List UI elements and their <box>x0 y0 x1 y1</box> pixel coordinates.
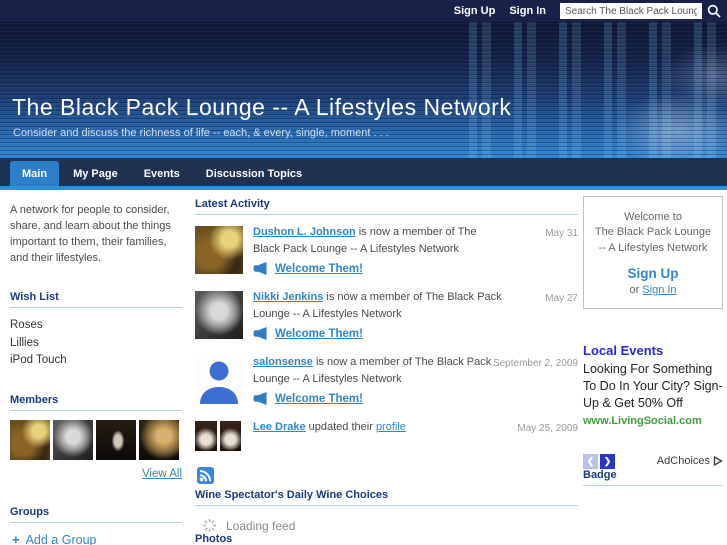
activity-text: salonsense is now a member of The Black … <box>253 356 492 385</box>
photos-heading: Photos <box>195 533 578 545</box>
ad-controls: ❮ ❯ AdChoices <box>583 453 723 469</box>
activity-date: September 2, 2009 <box>492 358 578 369</box>
member-name-link[interactable]: Dushon L. Johnson <box>253 226 356 238</box>
wine-feed-heading: Wine Spectator's Daily Wine Choices <box>195 489 578 506</box>
wishlist-item: Lillies <box>10 336 39 349</box>
member-photo-2[interactable] <box>53 420 93 461</box>
top-bar: Sign Up Sign In <box>0 0 727 22</box>
tab-events[interactable]: Events <box>132 161 192 186</box>
megaphone-icon <box>253 262 267 275</box>
member-name-link[interactable]: Nikki Jenkins <box>253 291 323 303</box>
megaphone-icon <box>253 327 267 340</box>
rss-row <box>197 467 578 489</box>
activity-text: Nikki Jenkins is now a member of The Bla… <box>253 291 502 320</box>
activity-date: May 25, 2009 <box>517 423 578 434</box>
wishlist-item: Roses <box>10 318 43 331</box>
megaphone-icon <box>253 392 267 405</box>
site-banner: The Black Pack Lounge -- A Lifestyles Ne… <box>0 22 727 158</box>
nav-tabs: Main My Page Events Discussion Topics <box>10 161 314 186</box>
plus-icon: + <box>12 532 20 545</box>
rss-feed-icon[interactable] <box>197 467 214 484</box>
add-group-link[interactable]: + Add a Group <box>12 532 182 545</box>
welcome-them-link[interactable]: Welcome Them! <box>275 263 363 275</box>
add-group-label: Add a Group <box>25 532 97 545</box>
welcome-action: Welcome Them! <box>253 392 578 405</box>
welcome-line1: Welcome to <box>624 211 682 223</box>
member-thumbs <box>10 420 182 461</box>
wishlist-heading: Wish List <box>10 291 182 308</box>
ad-title-link[interactable]: Local Events <box>583 343 723 358</box>
activity-avatar[interactable] <box>195 421 241 451</box>
right-sidebar: Welcome to The Black Pack Lounge -- A Li… <box>583 196 723 495</box>
ad-url-link[interactable]: www.LivingSocial.com <box>583 415 723 427</box>
welcome-or-line: or Sign In <box>592 284 714 296</box>
welcome-them-link[interactable]: Welcome Them! <box>275 393 363 405</box>
spinner-icon <box>202 518 217 533</box>
welcome-line2: The Black Pack Lounge -- A Lifestyles Ne… <box>594 226 712 254</box>
members-heading: Members <box>10 394 182 412</box>
loading-row: Loading feed <box>202 518 578 533</box>
activity-feed: May 31 Dushon L. Johnson is now a member … <box>195 224 578 451</box>
activity-entry: May 25, 2009 Lee Drake updated their prof… <box>195 419 578 451</box>
left-sidebar: A network for people to consider, share,… <box>10 201 182 545</box>
activity-avatar[interactable] <box>195 226 243 274</box>
main-nav: Main My Page Events Discussion Topics <box>0 158 727 186</box>
welcome-signup-link[interactable]: Sign Up <box>592 266 714 281</box>
activity-avatar[interactable] <box>195 356 243 404</box>
search-input[interactable] <box>560 3 702 19</box>
activity-entry: May 27 Nikki Jenkins is now a member of T… <box>195 289 578 344</box>
member-photo-4[interactable] <box>139 420 179 461</box>
groups-heading: Groups <box>10 506 182 524</box>
search-area <box>560 3 721 19</box>
adchoices-link[interactable]: AdChoices <box>657 455 723 467</box>
ad-arrows: ❮ ❯ <box>583 453 615 469</box>
member-photo-1[interactable] <box>10 420 50 461</box>
lee-photo-left <box>195 421 217 451</box>
welcome-action: Welcome Them! <box>253 262 578 275</box>
member-photo-3[interactable] <box>96 420 136 461</box>
member-name-link[interactable]: salonsense <box>253 356 313 368</box>
tab-main[interactable]: Main <box>10 161 60 186</box>
welcome-signin-link[interactable]: Sign In <box>642 284 676 296</box>
site-title: The Black Pack Lounge -- A Lifestyles Ne… <box>12 94 512 120</box>
profile-link[interactable]: profile <box>376 421 406 433</box>
wishlist-item: iPod Touch <box>10 354 67 367</box>
or-label: or <box>629 284 640 297</box>
main-column: Latest Activity May 31 Dushon L. Johnson … <box>195 198 578 545</box>
activity-date: May 31 <box>545 228 578 239</box>
signup-link[interactable]: Sign Up <box>454 5 496 17</box>
adchoices-icon <box>713 456 723 467</box>
ad-unit: Local Events Looking For Something To Do… <box>583 343 723 469</box>
welcome-action: Welcome Them! <box>253 327 578 340</box>
activity-date: May 27 <box>545 293 578 304</box>
adchoices-label: AdChoices <box>656 455 710 468</box>
next-arrow-icon[interactable]: ❯ <box>600 453 615 469</box>
badge-heading: Badge <box>583 469 723 486</box>
prev-arrow-icon[interactable]: ❮ <box>583 453 598 469</box>
view-all-link[interactable]: View All <box>10 468 182 480</box>
latest-activity-heading: Latest Activity <box>195 198 578 215</box>
member-name-link[interactable]: Lee Drake <box>253 421 306 433</box>
welcome-them-link[interactable]: Welcome Them! <box>275 328 363 340</box>
wishlist: Roses Lillies iPod Touch <box>10 317 182 370</box>
nav-accent-strip <box>0 186 727 190</box>
ad-body-text: Looking For Something To Do In Your City… <box>583 362 723 410</box>
activity-avatar[interactable] <box>195 291 243 339</box>
tab-discussion-topics[interactable]: Discussion Topics <box>194 161 314 186</box>
default-avatar-icon <box>195 356 243 404</box>
page: Sign Up Sign In The Black Pack Lounge --… <box>0 0 727 545</box>
activity-text: Lee Drake updated their profile <box>253 421 406 433</box>
site-tagline: Consider and discuss the richness of lif… <box>13 127 389 139</box>
tab-my-page[interactable]: My Page <box>61 161 130 186</box>
loading-feed-label: Loading feed <box>226 518 296 533</box>
activity-entry: September 2, 2009 salonsense is now a mem… <box>195 354 578 409</box>
signin-link[interactable]: Sign In <box>509 5 546 17</box>
activity-entry: May 31 Dushon L. Johnson is now a member … <box>195 224 578 279</box>
welcome-box: Welcome to The Black Pack Lounge -- A Li… <box>583 196 723 310</box>
magnifier-icon[interactable] <box>707 4 721 18</box>
activity-text: Dushon L. Johnson is now a member of The… <box>253 226 477 255</box>
network-description: A network for people to consider, share,… <box>10 204 171 264</box>
lee-photo-right <box>219 421 241 451</box>
